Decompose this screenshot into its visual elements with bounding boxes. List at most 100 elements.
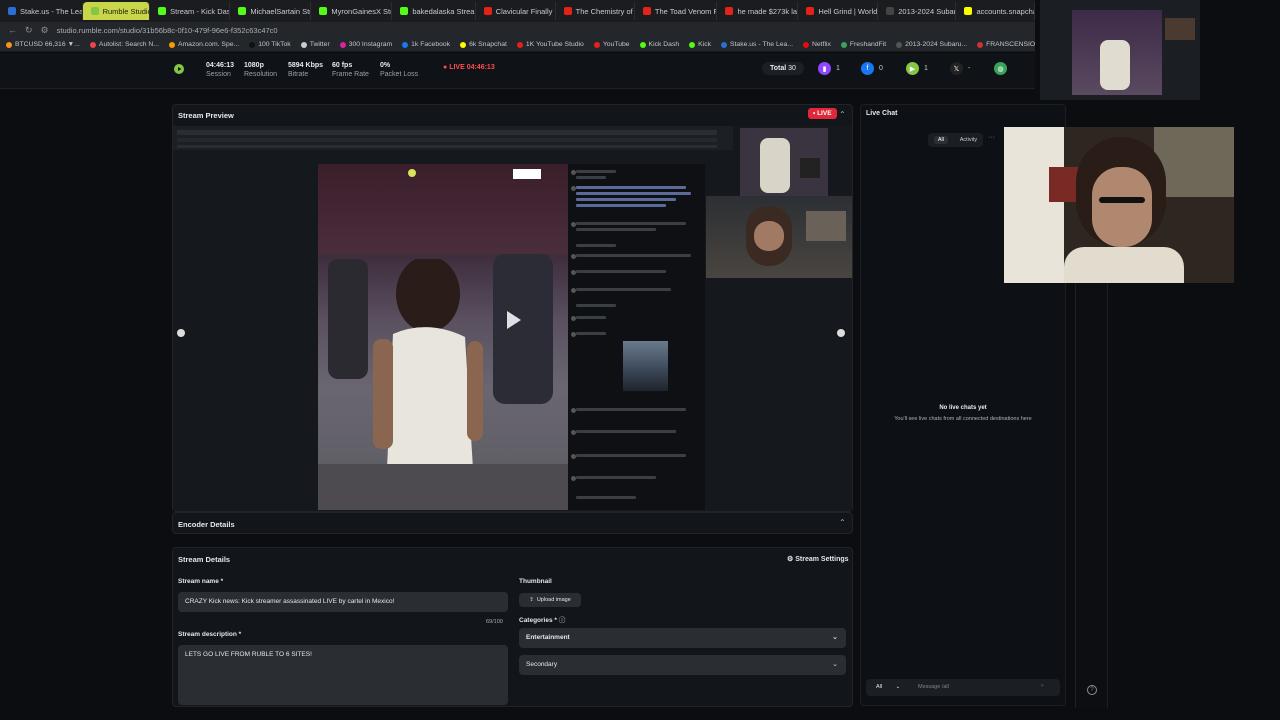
platform-count[interactable]: 𝕏-	[950, 62, 970, 75]
upload-image-button[interactable]: ⇪ Upload image	[519, 593, 581, 607]
preview-thumbnail	[740, 128, 828, 196]
tab-favicon-icon	[886, 7, 895, 15]
platform-count[interactable]: f0	[861, 62, 883, 75]
rumble-icon: ▶	[906, 62, 919, 75]
tab-activity[interactable]: Activity	[960, 137, 977, 143]
bookmark-item[interactable]: Kick	[689, 41, 711, 48]
stream-preview-video[interactable]	[173, 126, 852, 511]
bookmark-item[interactable]: Autolist: Search N...	[89, 41, 159, 48]
bookmark-label: BTCUSD 66,316 ▼...	[15, 41, 80, 48]
bookmark-item[interactable]: 1k Facebook	[402, 41, 450, 48]
tab-label: bakedalaska Stream	[412, 6, 476, 16]
stream-description-input[interactable]: LETS GO LIVE FROM RUBLE TO 6 SITES!	[178, 645, 508, 705]
browser-tab[interactable]: Clavicular Finally R	[476, 2, 556, 20]
live-timer: ● LIVE 04:46:13	[443, 64, 495, 71]
browser-tab[interactable]: accounts.snapchat	[956, 2, 1035, 20]
browser-tab[interactable]: Stream - Kick Dash	[150, 2, 231, 20]
stream-settings-button[interactable]: ⚙ Stream Settings	[787, 555, 849, 563]
browser-tab[interactable]: Rumble Studio	[82, 2, 151, 20]
next-arrow-icon[interactable]	[837, 329, 845, 337]
bookmark-item[interactable]: Amazon.com. Spe...	[168, 41, 239, 48]
bookmark-icon	[89, 41, 96, 48]
browser-tab[interactable]: MichaelSartain Stre	[230, 2, 312, 20]
bookmark-item[interactable]: FRANSCENSION	[977, 41, 1035, 48]
encoder-details-bar[interactable]	[172, 512, 853, 534]
send-icon[interactable]: ➤	[1040, 683, 1045, 689]
reload-icon[interactable]: ↻	[25, 25, 33, 36]
bookmark-item[interactable]: 100 TikTok	[249, 41, 291, 48]
bookmark-item[interactable]: 6k Snapchat	[460, 41, 507, 48]
bookmark-icon	[460, 41, 467, 48]
stream-name-counter: 69/100	[486, 619, 503, 625]
screen-thumbnail	[1040, 0, 1200, 100]
stream-name-input[interactable]: CRAZY Kick news: Kick streamer assassina…	[178, 592, 508, 612]
bookmark-item[interactable]: Kick Dash	[639, 41, 679, 48]
help-icon[interactable]: ?	[1087, 685, 1097, 695]
stat-resolution: 1080p Resolution	[244, 62, 278, 78]
tab-label: The Chemistry of 7	[575, 6, 635, 16]
chat-message-input[interactable]: Message /all	[918, 684, 949, 690]
bookmark-item[interactable]: 2013-2024 Subaru...	[896, 41, 967, 48]
batman-image	[623, 341, 668, 391]
rumble-play-icon[interactable]	[174, 64, 184, 74]
tab-label: Clavicular Finally R	[495, 6, 556, 16]
tab-label: MyronGainesX Stre	[331, 6, 393, 16]
platform-count-value: 1	[924, 65, 928, 72]
site-info-icon[interactable]: ⚙	[41, 25, 49, 36]
bookmark-item[interactable]: BTCUSD 66,316 ▼...	[6, 41, 80, 48]
preview-browser-chrome	[173, 126, 733, 150]
category-primary-select[interactable]: Entertainment ⌄	[519, 628, 846, 648]
bookmark-icon	[300, 41, 307, 48]
collapse-encoder-icon[interactable]: ⌃	[839, 518, 846, 527]
live-badge: • LIVE	[808, 108, 837, 119]
chevron-down-icon: ⌄	[832, 634, 838, 641]
platform-count[interactable]: ▮ 1	[818, 62, 840, 75]
x-icon: 𝕏	[950, 62, 963, 75]
bookmark-item[interactable]: YouTube	[593, 41, 630, 48]
bookmarks-bar: BTCUSD 66,316 ▼... Autolist: Search N... A…	[0, 38, 1035, 52]
bookmark-item[interactable]: Stake.us - The Lea...	[721, 41, 793, 48]
bookmark-item[interactable]: Netflix	[802, 41, 831, 48]
bookmark-icon	[840, 41, 847, 48]
thumbnail-label: Thumbnail	[519, 578, 552, 585]
browser-tab[interactable]: 2013-2024 Subaru	[878, 2, 957, 20]
browser-tab[interactable]: he made $273k last	[717, 2, 799, 20]
prev-arrow-icon[interactable]	[177, 329, 185, 337]
bookmark-icon	[593, 41, 600, 48]
preview-webcam	[706, 196, 852, 278]
tab-label: Stake.us - The Lead	[20, 6, 83, 16]
platform-count[interactable]: ▶ 1	[906, 62, 928, 75]
bookmark-item[interactable]: 1K YouTube Studio	[516, 41, 584, 48]
browser-tab[interactable]: bakedalaska Stream	[392, 2, 476, 20]
browser-tab[interactable]: The Chemistry of 7	[556, 2, 635, 20]
tab-favicon-icon	[400, 7, 409, 15]
bookmark-icon	[896, 41, 903, 48]
street-video	[318, 164, 568, 510]
collapse-preview-icon[interactable]: ⌃	[839, 110, 846, 119]
stat-packet-loss: 0% Packet Loss	[380, 62, 419, 78]
more-options-icon[interactable]: ···	[988, 134, 995, 141]
tab-favicon-icon	[238, 7, 247, 15]
bookmark-icon	[6, 41, 12, 48]
tab-label: Hell Grind | World's	[818, 6, 879, 16]
tab-favicon-icon	[319, 7, 328, 15]
bookmark-item[interactable]: Twitter	[300, 41, 330, 48]
browser-tab[interactable]: The Toad Venom Fe	[635, 2, 718, 20]
settings-icon: ⚙	[787, 556, 794, 563]
back-icon[interactable]: ←	[8, 25, 17, 35]
url-field[interactable]: studio.rumble.com/studio/31b56b8c-0f10-4…	[57, 26, 278, 35]
bookmark-icon	[721, 41, 727, 48]
browser-tab[interactable]: Hell Grind | World's	[798, 2, 879, 20]
category-secondary-select[interactable]: Secondary ⌄	[519, 655, 846, 675]
bookmark-icon	[802, 41, 809, 48]
bookmark-item[interactable]: FreshandFit	[840, 41, 886, 48]
platform-count[interactable]: ◍	[994, 62, 1012, 75]
bookmark-label: 300 Instagram	[348, 41, 393, 48]
bookmark-label: 1k Facebook	[411, 41, 451, 48]
browser-tab[interactable]: Stake.us - The Lead	[0, 2, 83, 20]
browser-tab[interactable]: MyronGainesX Stre	[311, 2, 393, 20]
chat-filter-select[interactable]: All ⌄	[876, 684, 900, 690]
bookmark-item[interactable]: 300 Instagram	[339, 41, 393, 48]
tab-all[interactable]: All	[933, 136, 948, 144]
play-icon[interactable]	[507, 311, 521, 329]
